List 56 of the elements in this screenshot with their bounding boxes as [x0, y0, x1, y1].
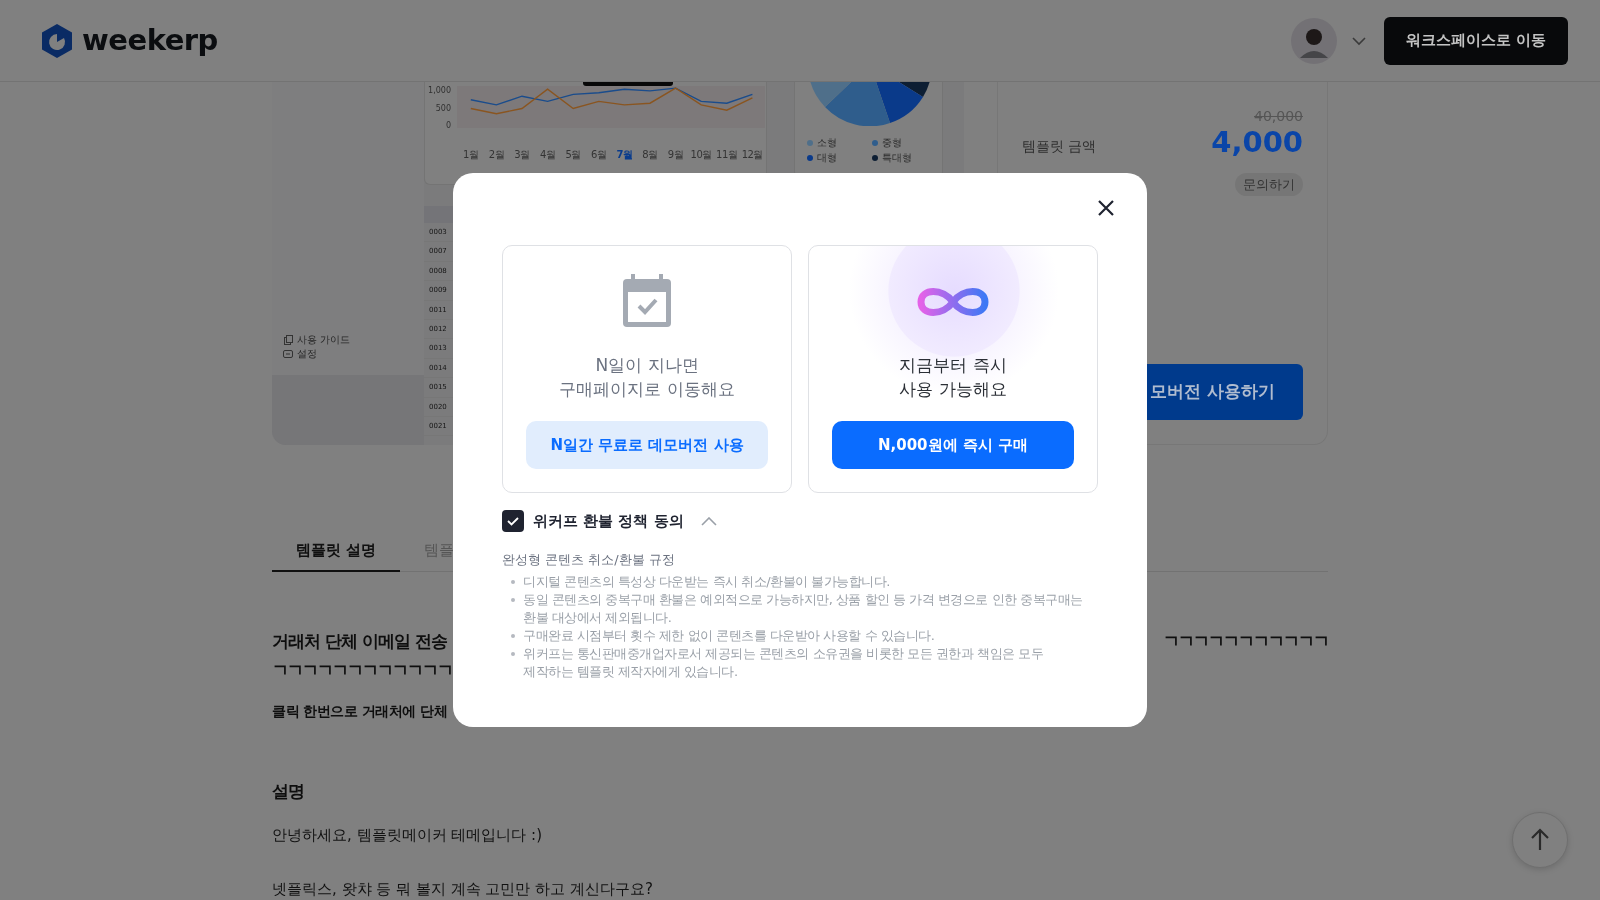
title-text: 거래처 단체 이메일 전송 [272, 630, 447, 653]
paragraph: 넷플릭스, 왓챠 등 뭐 볼지 계속 고민만 하고 계신다구요? [272, 880, 654, 898]
axis-month-label: 3월 [513, 148, 531, 161]
legend-label: 특대형 [882, 151, 912, 164]
axis-month-label: 4월 [538, 148, 557, 161]
axis-tick-label: 1,000 [427, 85, 451, 98]
axis-month-label: 7월 [615, 148, 634, 161]
legend-label: 중형 [882, 136, 902, 149]
checkbox[interactable] [502, 510, 524, 533]
chevron-down-icon[interactable] [1350, 35, 1367, 46]
title-text: ㄱㄱㄱㄱㄱㄱㄱㄱㄱㄱㄱ [1163, 630, 1328, 653]
chevron-up-icon[interactable] [700, 516, 717, 526]
section-title: 설명 [272, 780, 305, 803]
workspace-button[interactable]: 워크스페이스로 이동 [1383, 16, 1568, 65]
legend-label: 대형 [817, 151, 837, 164]
bullet [511, 580, 515, 584]
sidebar-item[interactable]: 사용 가이드 [297, 333, 351, 347]
bullet [511, 634, 515, 638]
sale-price: 4,000 [1211, 127, 1303, 159]
policy-item: 동일 콘텐츠의 중복구매 환불은 예외적으로 가능하지만, 상품 할인 등 가격 변경으로 인한 중복구매는 환불 대상에서 제외됩니다. [523, 591, 1084, 627]
calendar-check-icon [623, 274, 671, 327]
axis-month-label: 6월 [590, 148, 608, 161]
axis-month-label: 10월 [689, 148, 713, 161]
axis-month-label: 2월 [487, 148, 506, 161]
policy-item: 구매완료 시점부터 횟수 제한 없이 콘텐츠를 다운받아 사용할 수 있습니다. [523, 627, 935, 645]
title-text: ㄱㄱㄱㄱㄱㄱㄱㄱㄱㄱㄱㄱ [272, 659, 452, 682]
bullet [511, 652, 515, 656]
axis-tick-label: 0 [444, 120, 451, 133]
axis-month-label: 5월 [564, 148, 582, 161]
subtitle-text: 클릭 한번으로 거래처에 단체 [272, 702, 449, 721]
logo-icon [40, 22, 74, 59]
panel-icon [283, 349, 293, 359]
check-icon [506, 515, 520, 528]
scroll-top-button[interactable] [1512, 812, 1568, 868]
sidebar-item[interactable]: 설정 [297, 347, 317, 361]
demo-trial-button[interactable]: N일간 무료로 데모버전 사용 [526, 421, 768, 469]
buy-button[interactable]: N,000원에 즉시 구매 [832, 421, 1074, 469]
axis-month-label: 1월 [462, 148, 480, 161]
agree-label: 위커프 환불 정책 동의 [533, 511, 684, 532]
document-icon [283, 335, 293, 345]
logo-text: weekerp [82, 21, 218, 59]
tab[interactable]: 템플릿 설명 [272, 530, 401, 572]
avatar[interactable] [1290, 17, 1337, 64]
legend-label: 소형 [817, 136, 837, 149]
axis-month-label: 9월 [666, 148, 685, 161]
policy-item: 디지털 콘텐츠의 특성상 다운받는 즉시 취소/환불이 불가능합니다. [523, 573, 890, 591]
axis-month-label: 11월 [715, 148, 739, 161]
bullet [511, 598, 515, 602]
price-label: 템플릿 금액 [1022, 136, 1097, 156]
policy-item: 위커프는 통신판매중개업자로서 제공되는 콘텐츠의 소유권을 비롯한 모든 권한과 책임은 모두 제작하는 템플릿 제작자에게 있습니다. [523, 645, 1045, 681]
axis-tick-label: 500 [434, 102, 451, 115]
inquiry-button[interactable]: 문의하기 [1235, 172, 1303, 197]
policy-title: 완성형 콘텐츠 취소/환불 규정 [502, 550, 676, 569]
axis-month-label: 12월 [740, 148, 764, 161]
paragraph: 안녕하세요, 템플릿메이커 테메입니다 :) [272, 826, 543, 844]
axis-month-label: 8월 [641, 148, 659, 161]
